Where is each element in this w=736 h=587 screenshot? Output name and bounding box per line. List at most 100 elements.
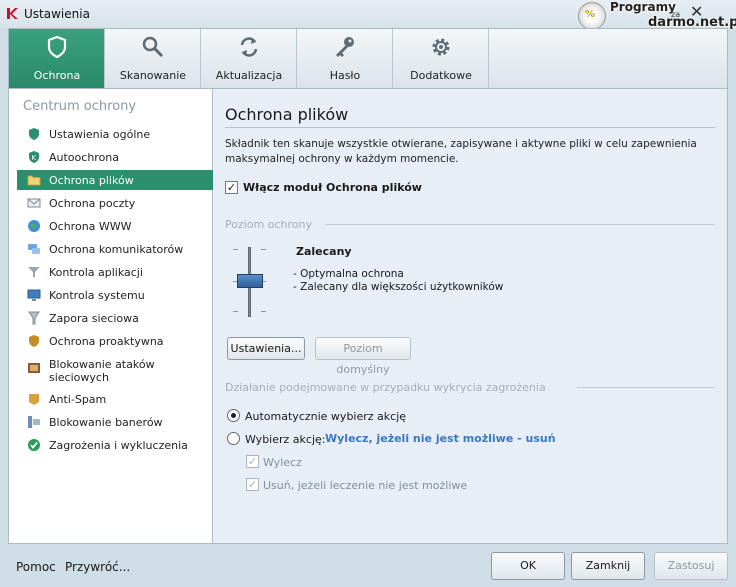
- attack-block-icon: [28, 363, 40, 373]
- watermark-badge-icon: %: [578, 2, 606, 30]
- sidebar-item-ochrona-proaktywna[interactable]: Ochrona proaktywna: [17, 332, 213, 350]
- settings-button[interactable]: Ustawienia...: [227, 337, 305, 360]
- tab-bar: Ochrona Skanowanie Aktualizacja Hasło Do…: [8, 28, 728, 88]
- slider-tick: [261, 249, 266, 250]
- monitor-icon: [27, 289, 41, 301]
- security-level-bullet: - Optymalna ochrona: [293, 268, 404, 280]
- sidebar-heading: Centrum ochrony: [23, 99, 137, 114]
- kaspersky-logo-icon: [7, 8, 18, 19]
- choose-action-radio[interactable]: [227, 432, 240, 445]
- shield-icon: [47, 35, 67, 59]
- sidebar-item-anti-spam[interactable]: Anti-Spam: [17, 390, 213, 408]
- sidebar-item-label: Ochrona WWW: [49, 220, 132, 233]
- auto-action-label[interactable]: Automatycznie wybierz akcję: [245, 410, 406, 423]
- proactive-shield-icon: [29, 335, 39, 347]
- sidebar-item-label: Autoochrona: [49, 151, 120, 164]
- divider: [325, 224, 715, 225]
- sidebar-item-label: Ustawienia ogólne: [49, 128, 151, 141]
- firewall-icon: [28, 311, 40, 325]
- self-protection-icon: K: [29, 151, 39, 163]
- sidebar-item-autoochrona[interactable]: K Autoochrona: [17, 148, 213, 166]
- sidebar-item-blokowanie-banerow[interactable]: Blokowanie banerów: [17, 413, 213, 431]
- check-circle-icon: [28, 439, 40, 451]
- tab-ochrona[interactable]: Ochrona: [9, 29, 105, 88]
- choose-action-label[interactable]: Wybierz akcję:: [245, 433, 325, 446]
- tab-skanowanie[interactable]: Skanowanie: [105, 29, 201, 88]
- tab-label: Hasło: [329, 69, 361, 82]
- sidebar-item-blokowanie-atakow[interactable]: Blokowanie ataków sieciowych: [17, 355, 213, 385]
- enable-module-checkbox[interactable]: ✓: [225, 181, 238, 194]
- globe-icon: [28, 220, 40, 232]
- sidebar-item-label: Kontrola systemu: [49, 289, 145, 302]
- tab-label: Dodatkowe: [410, 69, 472, 82]
- security-level-bullet: - Zalecany dla większości użytkowników: [293, 281, 504, 293]
- divider: [577, 387, 715, 388]
- auto-action-radio[interactable]: [227, 409, 240, 422]
- sidebar-item-ustawienia-ogolne[interactable]: Ustawienia ogólne: [17, 125, 213, 143]
- security-level-name: Zalecany: [296, 245, 352, 258]
- sidebar-item-ochrona-poczty[interactable]: Ochrona poczty: [17, 194, 213, 212]
- section-heading-level: Poziom ochrony: [225, 218, 312, 231]
- slider-tick: [261, 311, 266, 312]
- enable-module-label[interactable]: Włącz moduł Ochrona plików: [243, 181, 422, 194]
- antispam-icon: [29, 394, 39, 405]
- sidebar-item-kontrola-systemu[interactable]: Kontrola systemu: [17, 286, 213, 304]
- sidebar-item-ochrona-www[interactable]: Ochrona WWW: [17, 217, 213, 235]
- sidebar-item-label: Kontrola aplikacji: [49, 266, 143, 279]
- sidebar-item-label: Ochrona plików: [49, 174, 134, 187]
- tab-label: Skanowanie: [119, 69, 187, 82]
- choose-action-link[interactable]: Wylecz, jeżeli nie jest możliwe - usuń: [325, 432, 556, 445]
- slider-tick: [233, 249, 238, 250]
- disinfect-label: Wylecz: [263, 456, 302, 469]
- description-text: Składnik ten skanuje wszystkie otwierane…: [225, 138, 697, 165]
- delete-label: Usuń, jeżeli leczenie nie jest możliwe: [263, 479, 468, 492]
- tab-label: Aktualizacja: [215, 69, 283, 82]
- main-panel: Ochrona plików Składnik ten skanuje wszy…: [213, 88, 728, 544]
- tab-haslo[interactable]: Hasło: [297, 29, 393, 88]
- svg-text:K: K: [32, 154, 37, 162]
- tab-aktualizacja[interactable]: Aktualizacja: [201, 29, 297, 88]
- delete-checkbox[interactable]: ✓: [246, 478, 259, 491]
- close-button[interactable]: Zamknij: [571, 552, 645, 580]
- magnifier-icon: [142, 36, 164, 58]
- disinfect-checkbox[interactable]: ✓: [246, 455, 259, 468]
- refresh-icon: [240, 37, 258, 57]
- sidebar-item-label: Zagrożenia i wykluczenia: [49, 439, 188, 452]
- sidebar-item-kontrola-aplikacji[interactable]: Kontrola aplikacji: [17, 263, 213, 281]
- sidebar-item-ochrona-plikow[interactable]: Ochrona plików: [17, 170, 213, 190]
- sidebar: Centrum ochrony Ustawienia ogólne K Auto…: [8, 88, 213, 544]
- chat-icon: [28, 244, 40, 254]
- sidebar-item-zapora-sieciowa[interactable]: Zapora sieciowa: [17, 309, 213, 327]
- sidebar-item-label-line2: sieciowych: [49, 371, 109, 384]
- funnel-icon: [28, 267, 40, 277]
- help-link[interactable]: Pomoc: [16, 560, 56, 574]
- page-title: Ochrona plików: [225, 105, 349, 124]
- sidebar-item-ochrona-komunikatorow[interactable]: Ochrona komunikatorów: [17, 240, 213, 258]
- tab-label: Ochrona: [33, 69, 81, 82]
- sidebar-item-label: Blokowanie banerów: [49, 416, 163, 429]
- tab-dodatkowe[interactable]: Dodatkowe: [393, 29, 489, 88]
- security-level-slider-thumb[interactable]: [237, 274, 263, 288]
- window-title: Ustawienia: [24, 7, 90, 21]
- sidebar-item-zagrozenia-wykluczenia[interactable]: Zagrożenia i wykluczenia: [17, 436, 213, 454]
- folder-icon: [27, 175, 41, 186]
- watermark-text: Programy: [610, 0, 676, 14]
- envelope-icon: [27, 198, 41, 208]
- sidebar-item-label: Anti-Spam: [49, 393, 107, 406]
- banner-block-icon: [28, 416, 40, 428]
- close-icon[interactable]: ✕: [690, 2, 703, 21]
- sidebar-item-label: Zapora sieciowa: [49, 312, 139, 325]
- sidebar-item-label: Ochrona komunikatorów: [49, 243, 184, 256]
- section-heading-action: Działanie podejmowane w przypadku wykryc…: [225, 381, 546, 394]
- sidebar-item-label: Ochrona proaktywna: [49, 335, 164, 348]
- apply-button[interactable]: Zastosuj: [654, 552, 728, 580]
- title-bar: Ustawienia % Programy za darmo.net.pl ✕: [0, 0, 736, 30]
- ok-button[interactable]: OK: [491, 552, 565, 580]
- slider-tick: [233, 311, 238, 312]
- gear-icon: [432, 38, 450, 56]
- key-icon: [336, 37, 354, 57]
- sidebar-item-label: Ochrona poczty: [49, 197, 136, 210]
- default-level-button[interactable]: Poziom domyślny: [315, 337, 411, 376]
- divider: [225, 127, 715, 128]
- restore-link[interactable]: Przywróć...: [65, 560, 130, 574]
